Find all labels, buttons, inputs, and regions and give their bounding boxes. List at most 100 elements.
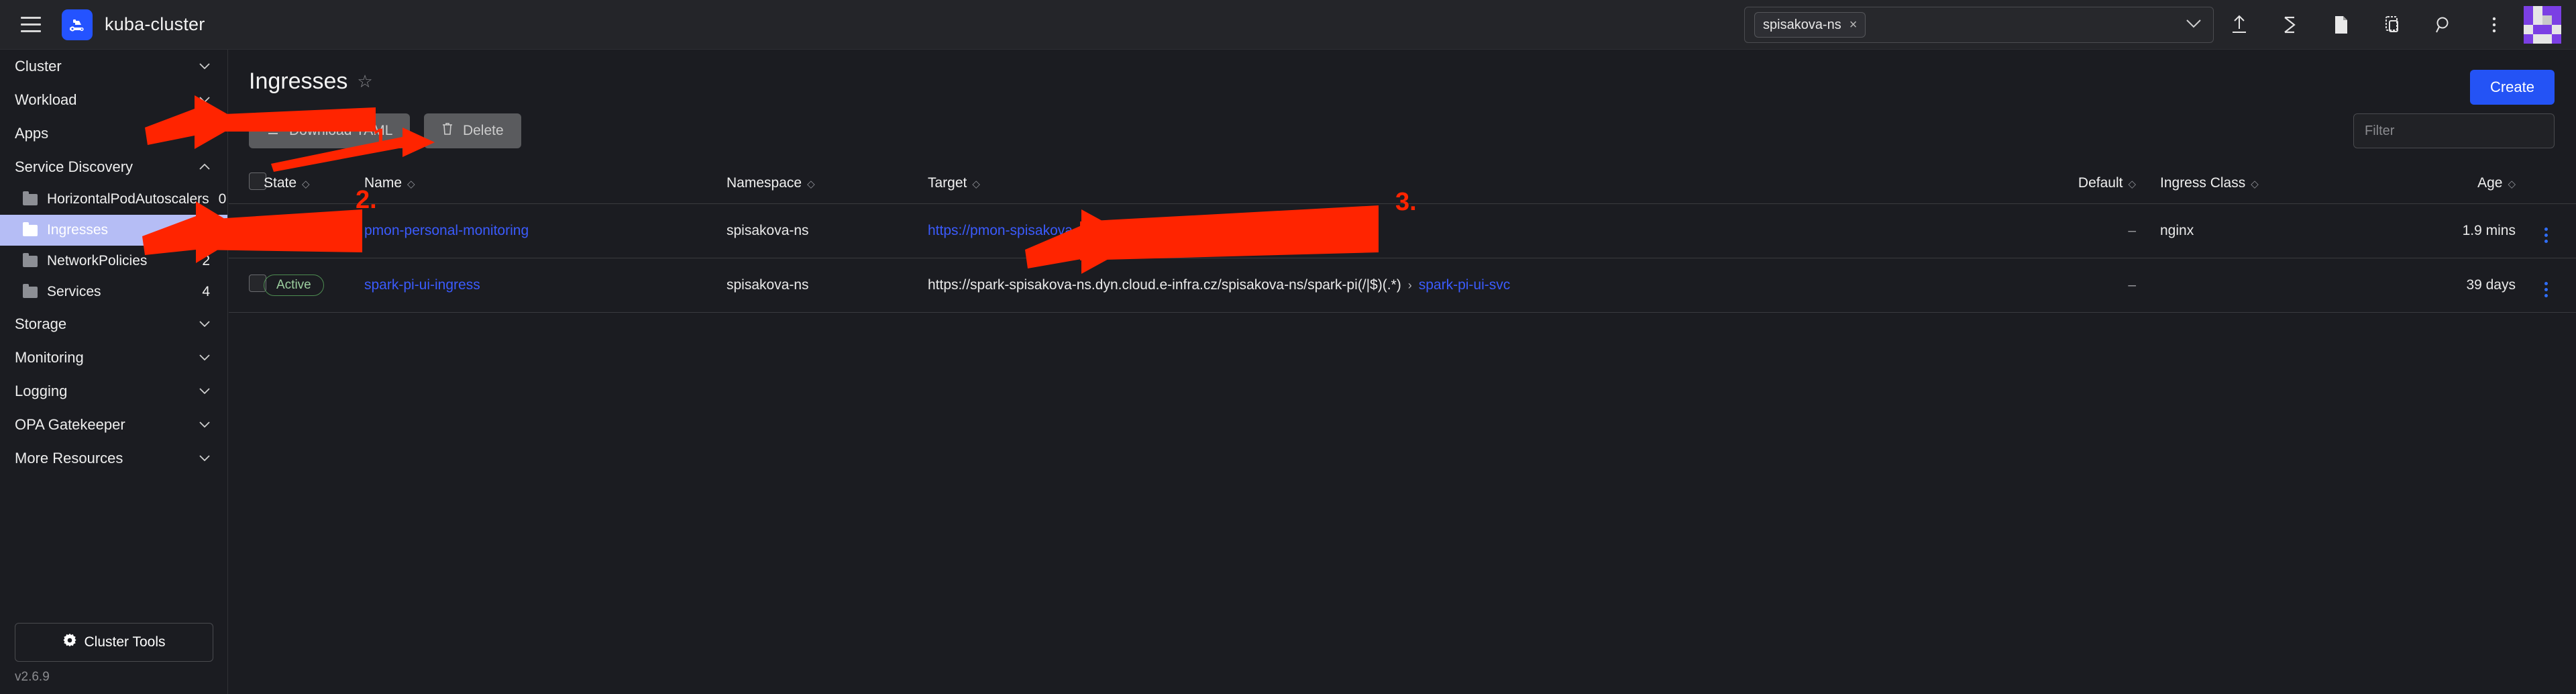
column-label: Age [2477,175,2502,191]
chevron-right-icon: › [1408,279,1412,292]
sort-icon[interactable]: ◇ [807,179,815,190]
column-header-age[interactable]: Age ◇ [2361,163,2516,204]
row-select-cell [229,258,264,313]
page-title: Ingresses [249,68,347,95]
sidebar-item-count: 4 [202,284,210,300]
cell-state: Active [264,258,364,313]
sidebar-group-label: OPA Gatekeeper [15,416,125,434]
sidebar-navigation: Cluster Workload Apps Service Discovery … [0,50,228,694]
sidebar-item-networkpolicies[interactable]: NetworkPolicies 2 [0,246,227,277]
annotation-marker-3: 3. [1395,188,1417,217]
delete-label: Delete [463,123,504,139]
sort-icon[interactable]: ◇ [2508,179,2516,190]
namespace-filter-select[interactable]: spisakova-ns × [1744,7,2214,43]
column-label: Namespace [727,175,802,191]
row-kebab-menu-icon[interactable] [2544,228,2548,243]
sidebar-item-count: 2 [202,222,210,238]
cell-ingress-class [2160,258,2361,313]
sort-icon[interactable]: ◇ [2251,179,2259,190]
sidebar-item-count: 0 [219,191,227,207]
kubectl-shell-icon[interactable] [2265,0,2316,50]
sort-icon[interactable]: ◇ [2128,179,2136,190]
sidebar-item-horizontalpodautoscalers[interactable]: HorizontalPodAutoscalers 0 [0,184,227,215]
chevron-down-icon [199,61,210,72]
annotation-marker-1: 1. [373,124,394,153]
sidebar-group-label: Workload [15,91,77,109]
sidebar-group-opa-gatekeeper[interactable]: OPA Gatekeeper [0,408,227,442]
row-actions-cell [2516,204,2576,258]
column-header-state[interactable]: State◇ [264,163,364,204]
ingress-name-link[interactable]: spark-pi-ui-ingress [364,277,480,293]
select-all-header [229,163,264,204]
cell-ingress-class: nginx [2160,204,2361,258]
sidebar-item-label: HorizontalPodAutoscalers [47,191,209,207]
sidebar-group-more-resources[interactable]: More Resources [0,442,227,475]
target-link-row-1[interactable]: https://pmon-spisakova-ns.dyn.cloud.e-in… [928,223,1222,238]
chevron-down-icon [199,386,210,397]
column-header-namespace[interactable]: Namespace ◇ [727,163,928,204]
cell-age: 1.9 mins [2361,204,2516,258]
sidebar-group-apps[interactable]: Apps [0,117,227,150]
sidebar-item-label: Services [47,284,193,300]
status-badge: Active [264,220,324,242]
folder-icon [23,194,38,205]
cell-name: pmon-personal-monitoring [364,204,727,258]
ingress-name-link[interactable]: pmon-personal-monitoring [364,223,529,238]
chevron-down-icon [199,352,210,363]
column-label: Default [2078,175,2123,191]
chevron-down-icon [199,319,210,330]
sidebar-group-monitoring[interactable]: Monitoring [0,341,227,375]
kebab-menu-icon[interactable] [2469,0,2520,50]
annotation-marker-2: 2. [356,186,377,215]
close-icon[interactable]: × [1849,17,1858,33]
chevron-down-icon[interactable] [2186,17,2201,32]
copy-kubeconfig-icon[interactable] [2367,0,2418,50]
cluster-tools-button[interactable]: Cluster Tools [15,623,213,662]
column-header-ingress-class[interactable]: Ingress Class ◇ [2160,163,2361,204]
status-badge: Active [264,275,324,296]
sidebar-group-label: Monitoring [15,349,84,366]
sidebar-group-storage[interactable]: Storage [0,307,227,341]
column-header-default[interactable]: Default ◇ [2059,163,2160,204]
chevron-up-icon [199,162,210,172]
sidebar-footer: Cluster Tools v2.6.9 [0,623,228,694]
sidebar-item-ingresses[interactable]: Ingresses 2 [0,215,227,246]
column-label: Target [928,175,967,191]
cell-age: 39 days [2361,258,2516,313]
sidebar-item-services[interactable]: Services 4 [0,277,227,307]
cell-name: spark-pi-ui-ingress [364,258,727,313]
target-service-link-row-1[interactable]: pmon-grafana [1240,223,1328,238]
cell-default: – [2059,204,2160,258]
hamburger-line [21,30,41,32]
table-row[interactable]: Active spark-pi-ui-ingress spisakova-ns … [229,258,2576,313]
sidebar-group-service-discovery[interactable]: Service Discovery [0,150,227,184]
sidebar-group-cluster[interactable]: Cluster [0,50,227,83]
sidebar-group-label: Logging [15,383,67,400]
star-icon[interactable]: ☆ [357,71,372,92]
target-service-link-row-2[interactable]: spark-pi-ui-svc [1419,277,1511,293]
brand-home-link[interactable]: kuba-cluster [62,9,205,40]
column-label: Ingress Class [2160,175,2245,191]
notes-icon[interactable] [2316,0,2367,50]
sort-icon[interactable]: ◇ [302,179,310,190]
sidebar-group-logging[interactable]: Logging [0,375,227,408]
trash-icon [441,122,453,140]
chevron-down-icon [199,419,210,430]
namespace-chip[interactable]: spisakova-ns × [1754,12,1866,38]
filter-input[interactable] [2353,113,2555,148]
delete-button[interactable]: Delete [424,113,521,148]
sort-icon[interactable]: ◇ [972,179,980,190]
sidebar-group-label: More Resources [15,450,123,467]
row-kebab-menu-icon[interactable] [2544,282,2548,297]
create-button[interactable]: Create [2470,70,2555,105]
import-yaml-icon[interactable] [2214,0,2265,50]
folder-icon [23,256,38,267]
column-header-name[interactable]: Name◇ [364,163,727,204]
sort-icon[interactable]: ◇ [407,179,415,190]
sidebar-group-workload[interactable]: Workload [0,83,227,117]
column-header-target[interactable]: Target ◇ [928,163,2059,204]
hamburger-icon[interactable] [15,9,47,41]
search-icon[interactable] [2418,0,2469,50]
avatar[interactable] [2524,6,2561,44]
sidebar-group-label: Service Discovery [15,158,133,176]
